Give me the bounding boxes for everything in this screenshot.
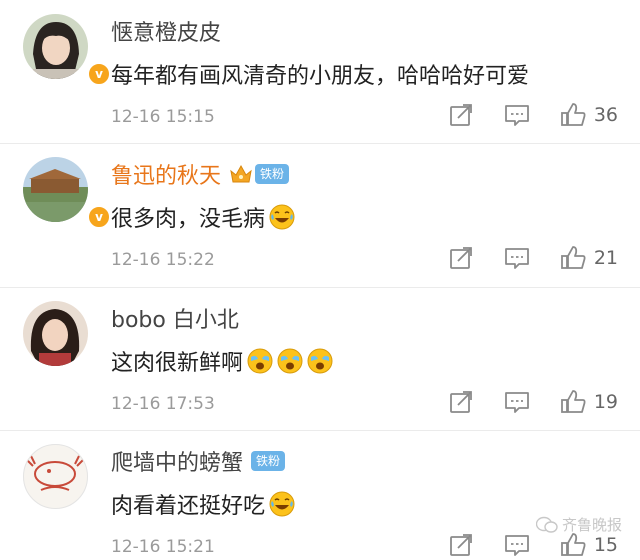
timestamp: 12-16 17:53 [111, 394, 215, 414]
username[interactable]: 鲁迅的秋天 [111, 158, 221, 190]
tears-emoji-icon [247, 348, 273, 374]
avatar[interactable] [23, 444, 88, 509]
comment-text: 肉看着还挺好吃 [111, 494, 266, 519]
share-icon[interactable] [448, 245, 474, 271]
like-icon[interactable] [560, 389, 586, 415]
tears-emoji-icon [277, 348, 303, 374]
comment-icon[interactable] [504, 389, 530, 415]
laugh-cry-emoji-icon [269, 204, 295, 230]
fan-badge: 铁粉 [255, 164, 290, 184]
timestamp: 12-16 15:15 [111, 107, 215, 127]
fan-badge: 铁粉 [251, 451, 286, 471]
comment-icon[interactable] [504, 102, 530, 128]
comment-item: v 惬意橙皮皮 每年都有画风清奇的小朋友，哈哈哈好可爱 12-16 15:15 … [0, 0, 640, 144]
comment-icon[interactable] [504, 532, 530, 558]
like-count: 21 [593, 247, 618, 269]
like-count: 36 [593, 104, 618, 126]
like-count: 15 [593, 534, 618, 556]
comment-item: v 鲁迅的秋天 铁粉 很多肉，没毛病 12-16 15:22 21 [0, 143, 640, 288]
share-icon[interactable] [448, 102, 474, 128]
username[interactable]: 爬墙中的螃蟹 [111, 445, 243, 477]
tears-emoji-icon [307, 348, 333, 374]
verified-badge-icon: v [87, 205, 111, 229]
watermark: 齐鲁晚报 [535, 514, 622, 535]
username[interactable]: bobo 白小北 [111, 302, 239, 334]
like-icon[interactable] [560, 245, 586, 271]
verified-badge-icon: v [87, 62, 111, 86]
username[interactable]: 惬意橙皮皮 [111, 15, 221, 47]
watermark-text: 齐鲁晚报 [561, 516, 622, 534]
timestamp: 12-16 15:21 [111, 537, 215, 557]
like-icon[interactable] [560, 102, 586, 128]
like-count: 19 [593, 391, 618, 413]
wechat-icon [535, 516, 558, 533]
avatar[interactable] [23, 301, 88, 366]
timestamp: 12-16 15:22 [111, 250, 215, 270]
share-icon[interactable] [448, 389, 474, 415]
crown-icon [230, 164, 252, 183]
like-icon[interactable] [560, 532, 586, 558]
comment-text: 每年都有画风清奇的小朋友，哈哈哈好可爱 [111, 64, 530, 89]
laugh-cry-emoji-icon [269, 491, 295, 517]
comment-item: 爬墙中的螃蟹 铁粉 肉看着还挺好吃 12-16 15:21 15 [0, 430, 640, 559]
avatar[interactable]: v [23, 14, 111, 86]
comment-item: bobo 白小北 这肉很新鲜啊 12-16 17:53 19 [0, 287, 640, 431]
share-icon[interactable] [448, 532, 474, 558]
avatar[interactable]: v [23, 157, 111, 229]
comment-icon[interactable] [504, 245, 530, 271]
comment-text: 很多肉，没毛病 [111, 207, 266, 232]
comment-text: 这肉很新鲜啊 [111, 351, 244, 376]
